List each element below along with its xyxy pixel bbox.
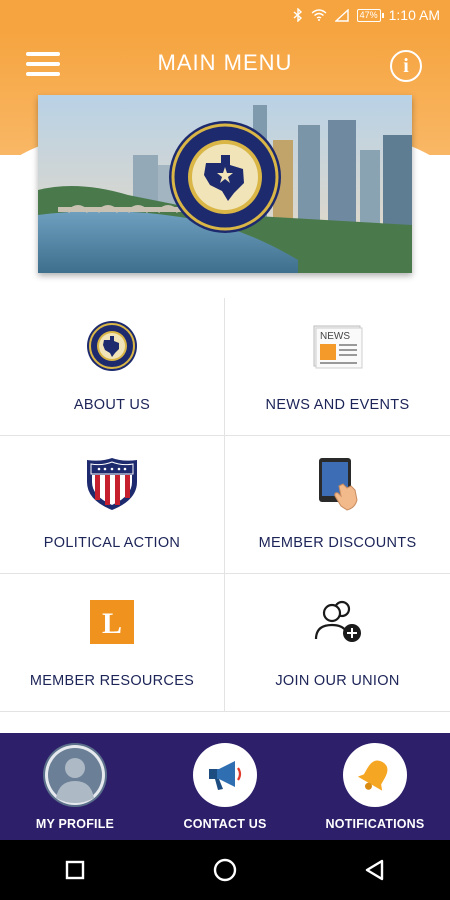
bottom-navigation: MY PROFILE CONTACT US NOTIFICATIONS [0,733,450,840]
cell-signal-icon [334,8,349,22]
menu-item-join-our-union[interactable]: JOIN OUR UNION [225,574,450,712]
page-title: MAIN MENU [157,50,293,75]
menu-item-label: POLITICAL ACTION [43,535,181,551]
menu-item-label: ABOUT US [73,397,151,413]
home-icon[interactable] [195,850,255,890]
newspaper-icon: NEWS [310,318,366,374]
hero-banner [38,95,412,273]
bottom-nav-label: NOTIFICATIONS [325,817,425,831]
menu-item-label: MEMBER RESOURCES [29,673,195,689]
recent-apps-icon[interactable] [45,850,105,890]
tablet-touch-icon [310,456,366,512]
system-navigation-bar [0,840,450,900]
avatar-icon [43,743,107,807]
bell-icon [343,743,407,807]
menu-item-member-resources[interactable]: L MEMBER RESOURCES [0,574,225,712]
resources-l-icon: L [84,594,140,650]
bottom-nav-label: MY PROFILE [35,817,115,831]
menu-item-label: MEMBER DISCOUNTS [258,535,417,551]
menu-item-political-action[interactable]: POLITICAL ACTION [0,436,225,574]
back-icon[interactable] [345,850,405,890]
status-time: 1:10 AM [388,7,440,23]
menu-item-label: NEWS AND EVENTS [265,397,410,413]
newspaper-text: NEWS [320,331,350,342]
battery-icon: 47% [356,8,384,22]
bottom-nav-label: CONTACT US [183,817,267,831]
bluetooth-icon [293,8,303,22]
shield-flag-icon [84,456,140,512]
wifi-icon [311,9,327,21]
union-seal-logo [169,121,281,233]
status-bar: 47% 1:10 AM [0,0,450,30]
contact-us-button[interactable]: CONTACT US [155,733,295,831]
menu-item-about-us[interactable]: ABOUT US [0,298,225,436]
info-icon[interactable]: i [390,50,422,82]
city-skyline-image [38,95,412,273]
megaphone-icon [193,743,257,807]
add-user-icon [310,594,366,650]
menu-item-label: JOIN OUR UNION [275,673,400,689]
my-profile-button[interactable]: MY PROFILE [5,733,145,831]
resources-l-letter: L [102,607,122,640]
union-seal-icon [84,318,140,374]
menu-item-news-and-events[interactable]: NEWS NEWS AND EVENTS [225,298,450,436]
main-menu-grid: ABOUT US NEWS NEWS AND EVENTS POLITICAL … [0,298,450,712]
menu-item-member-discounts[interactable]: MEMBER DISCOUNTS [225,436,450,574]
notifications-button[interactable]: NOTIFICATIONS [305,733,445,831]
